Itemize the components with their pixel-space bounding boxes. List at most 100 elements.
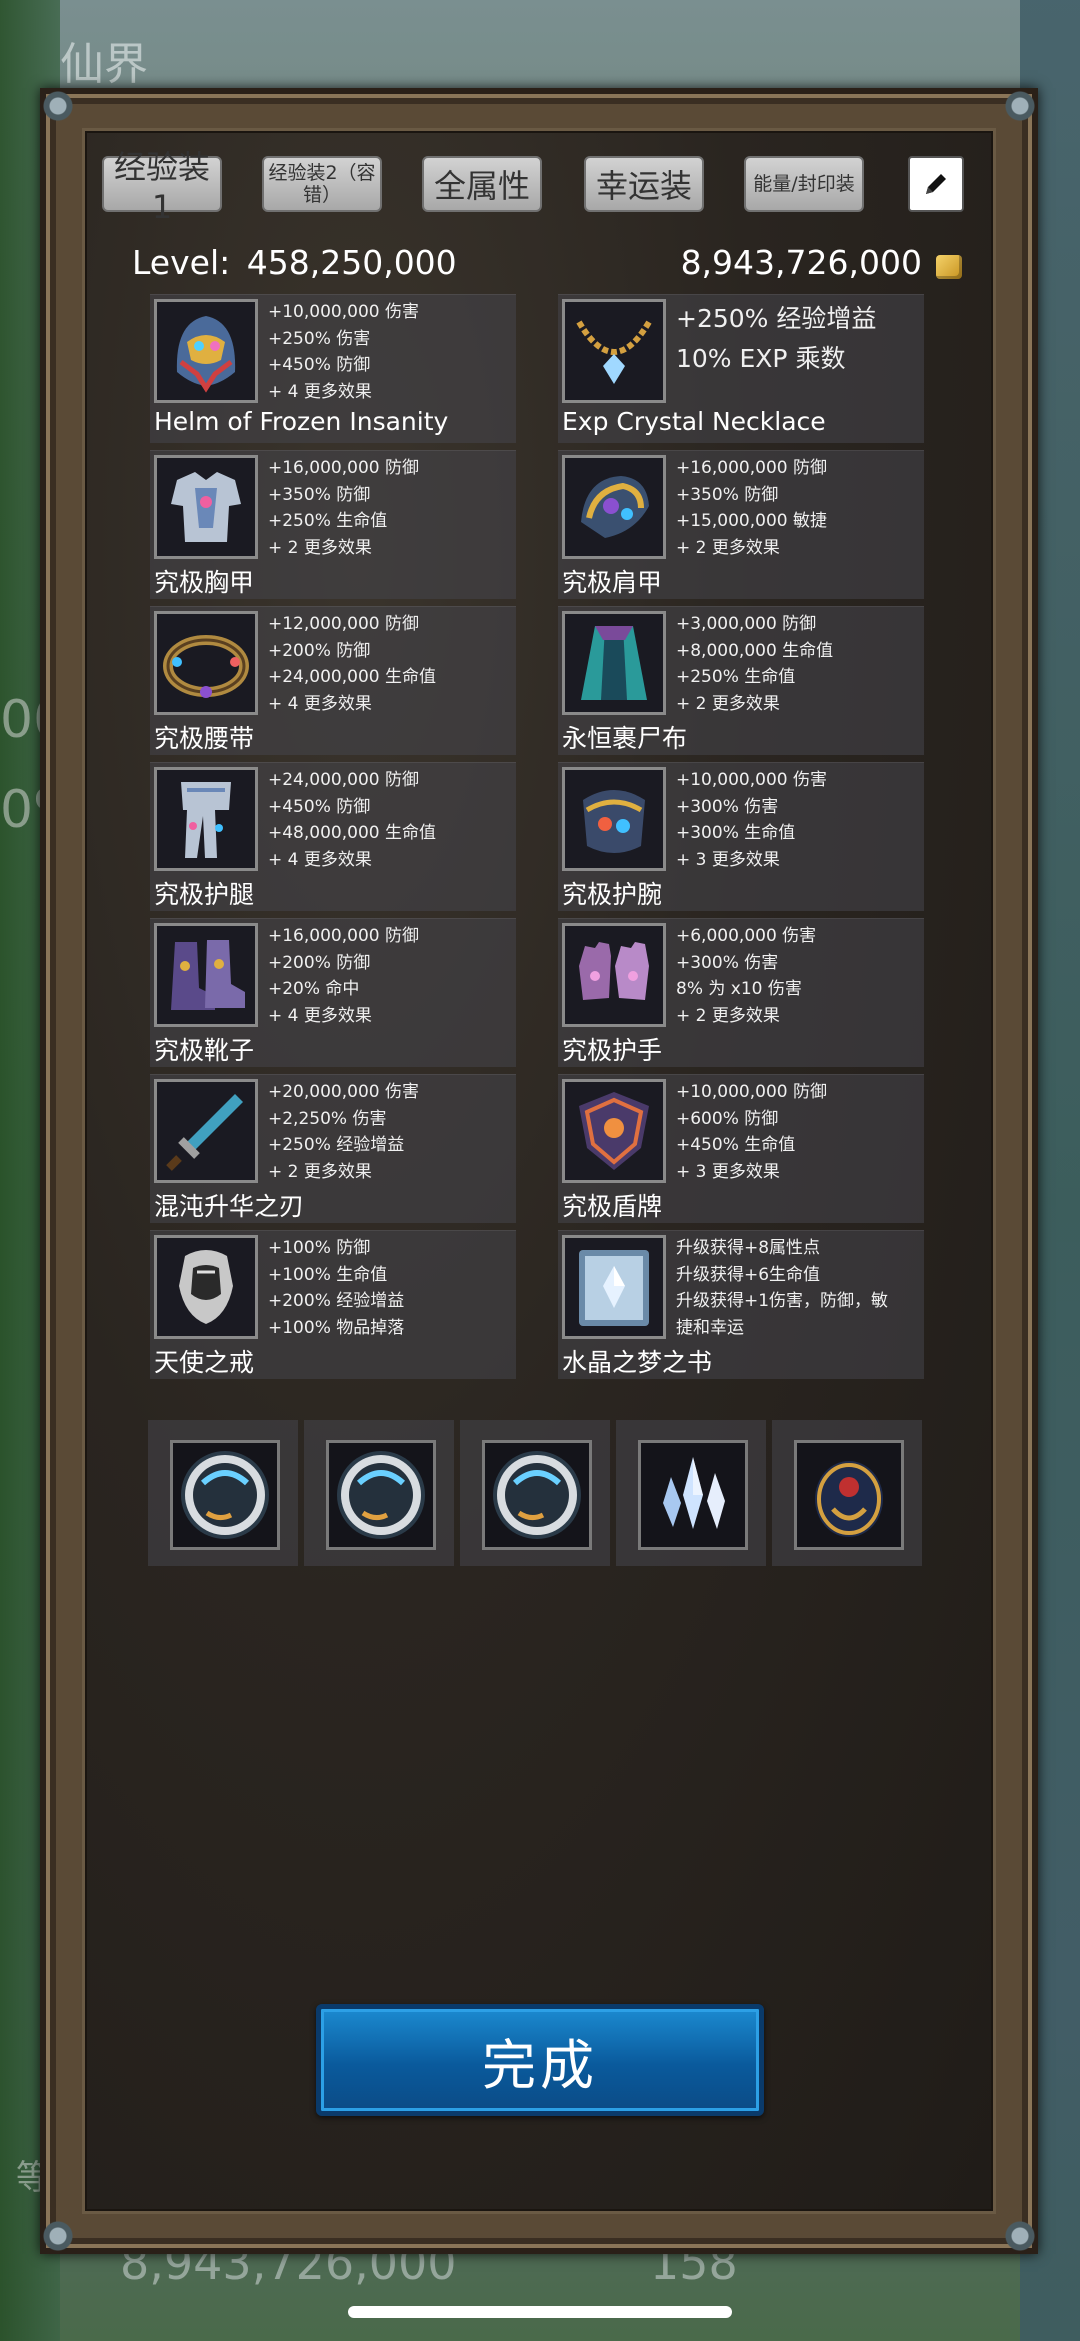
item-stat-line: +350% 防御: [676, 484, 779, 505]
orb-slot[interactable]: [148, 1420, 298, 1566]
tab-all-attributes[interactable]: 全属性: [422, 156, 542, 212]
item-stat-line: +20,000,000 伤害: [268, 1082, 419, 1102]
item-stat-line: 升级获得+8属性点: [676, 1238, 821, 1258]
item-stat-line: +16,000,000 防御: [676, 458, 827, 478]
item-stats: +24,000,000 防御 +450% 防御 +48,000,000 生命值 + 4…: [268, 767, 514, 873]
item-stat-line: +600% 防御: [676, 1108, 779, 1129]
orb-slots-row: [148, 1420, 924, 1566]
item-stat-line: 升级获得+1伤害，防御，敏: [676, 1291, 889, 1311]
item-name: 究极肩甲: [562, 568, 663, 597]
bracer-icon: [562, 767, 666, 871]
equipment-slot[interactable]: +6,000,000 伤害 +300% 伤害 8% 为 x10 伤害 + 2 更多效果…: [558, 918, 924, 1067]
tab-label: 经验装1: [113, 148, 210, 226]
equipment-slot[interactable]: +3,000,000 防御 +8,000,000 生命值 +250% 生命值 + 2 …: [558, 606, 924, 755]
item-stat-line: + 3 更多效果: [676, 1161, 780, 1182]
item-name: Helm of Frozen Insanity: [154, 407, 449, 436]
orb-slot[interactable]: [460, 1420, 610, 1566]
tab-label: 幸运装: [595, 167, 692, 205]
frame-corner-ornament: [998, 84, 1042, 128]
home-indicator[interactable]: [348, 2306, 732, 2318]
equipment-slot[interactable]: +10,000,000 伤害 +250% 伤害 +450% 防御 + 4 更多效果 He…: [150, 294, 516, 443]
background-area-title: 仙界: [60, 39, 148, 90]
item-name: 究极靴子: [154, 1036, 255, 1065]
item-stat-line: +350% 防御: [268, 484, 371, 505]
item-stats: +12,000,000 防御 +200% 防御 +24,000,000 生命值 + 4…: [268, 611, 514, 717]
level-display: Level: 458,250,000: [132, 243, 457, 282]
item-stat-line: +24,000,000 生命值: [268, 667, 436, 687]
item-stat-line: +10,000,000 伤害: [268, 302, 419, 322]
equipment-slot[interactable]: +16,000,000 防御 +350% 防御 +250% 生命值 + 2 更多效果究…: [150, 450, 516, 599]
item-stats: +100% 防御 +100% 生命值 +200% 经验增益 +100% 物品掉落: [268, 1235, 514, 1341]
item-stat-line: 10% EXP 乘数: [676, 344, 846, 373]
item-stat-line: +200% 经验增益: [268, 1291, 405, 1311]
equipment-slot[interactable]: +10,000,000 防御 +600% 防御 +450% 生命值 + 3 更多效果究…: [558, 1074, 924, 1223]
item-stat-line: + 3 更多效果: [676, 849, 780, 870]
item-stat-line: + 4 更多效果: [268, 1005, 372, 1026]
equipment-slot[interactable]: +12,000,000 防御 +200% 防御 +24,000,000 生命值 + 4…: [150, 606, 516, 755]
item-stats: +250% 经验增益 10% EXP 乘数: [676, 299, 922, 379]
equipment-slot[interactable]: +24,000,000 防御 +450% 防御 +48,000,000 生命值 + 4…: [150, 762, 516, 911]
item-stats: +10,000,000 伤害 +250% 伤害 +450% 防御 + 4 更多效果: [268, 299, 514, 405]
gloves-icon: [562, 923, 666, 1027]
frame-corner-ornament: [998, 2214, 1042, 2258]
item-stat-line: +250% 生命值: [676, 667, 796, 687]
item-stat-line: +8,000,000 生命值: [676, 640, 834, 661]
item-name: 究极护腿: [154, 880, 255, 909]
done-button[interactable]: 完成: [316, 2004, 764, 2116]
item-name: 究极腰带: [154, 724, 255, 753]
edit-button[interactable]: [908, 156, 964, 212]
item-name: 究极胸甲: [154, 568, 255, 597]
item-stat-line: +3,000,000 防御: [676, 614, 817, 634]
tab-label: 能量/封印装: [753, 173, 855, 195]
item-stat-line: +15,000,000 敏捷: [676, 511, 827, 531]
item-stat-line: + 2 更多效果: [268, 1161, 372, 1182]
equipment-slot[interactable]: +250% 经验增益 10% EXP 乘数 Exp Crystal Necklace: [558, 294, 924, 443]
equipment-slot[interactable]: +16,000,000 防御 +350% 防御 +15,000,000 敏捷 + 2 …: [558, 450, 924, 599]
tab-exp-set-2[interactable]: 经验装2（容错）: [262, 156, 382, 212]
item-stat-line: +300% 伤害: [676, 796, 779, 817]
orb-slot[interactable]: [304, 1420, 454, 1566]
item-stats: +3,000,000 防御 +8,000,000 生命值 +250% 生命值 + 2 …: [676, 611, 922, 717]
item-stats: +10,000,000 防御 +600% 防御 +450% 生命值 + 3 更多效果: [676, 1079, 922, 1185]
item-stat-line: + 4 更多效果: [268, 693, 372, 714]
item-stat-line: + 2 更多效果: [676, 693, 780, 714]
tab-label: 全属性: [433, 167, 530, 205]
equipment-slot[interactable]: +100% 防御 +100% 生命值 +200% 经验增益 +100% 物品掉落 天使之…: [150, 1230, 516, 1379]
frame-corner-ornament: [36, 2214, 80, 2258]
done-button-label: 完成: [482, 2033, 598, 2097]
chest-armor-icon: [154, 455, 258, 559]
item-stat-line: +250% 经验增益: [676, 304, 877, 333]
equipment-slot[interactable]: +20,000,000 伤害 +2,250% 伤害 +250% 经验增益 + 2 更多…: [150, 1074, 516, 1223]
loadout-tabs: 经验装1 经验装2（容错） 全属性 幸运装 能量/封印装: [102, 148, 1012, 226]
orb-slot[interactable]: [772, 1420, 922, 1566]
equipment-slot[interactable]: +16,000,000 防御 +200% 防御 +20% 命中 + 4 更多效果 究极靴…: [150, 918, 516, 1067]
item-stats: 升级获得+8属性点 升级获得+6生命值 升级获得+1伤害，防御，敏 捷和幸运: [676, 1235, 922, 1341]
shoulder-armor-icon: [562, 455, 666, 559]
item-stat-line: +12,000,000 防御: [268, 614, 419, 634]
equipment-slot[interactable]: +10,000,000 伤害 +300% 伤害 +300% 生命值 + 3 更多效果究…: [558, 762, 924, 911]
item-name: 混沌升华之刃: [154, 1192, 305, 1221]
tab-luck-set[interactable]: 幸运装: [584, 156, 704, 212]
equipment-slot[interactable]: 升级获得+8属性点 升级获得+6生命值 升级获得+1伤害，防御，敏 捷和幸运 水晶之梦之…: [558, 1230, 924, 1379]
item-stat-line: +450% 生命值: [676, 1135, 796, 1155]
orb-icon: [482, 1440, 592, 1550]
item-stats: +16,000,000 防御 +350% 防御 +15,000,000 敏捷 + 2 …: [676, 455, 922, 561]
item-name: 究极护腕: [562, 880, 663, 909]
cloak-icon: [562, 611, 666, 715]
tab-energy-seal-set[interactable]: 能量/封印装: [744, 156, 864, 212]
item-stat-line: +48,000,000 生命值: [268, 823, 436, 843]
orb-icon: [326, 1440, 436, 1550]
tab-exp-set-1[interactable]: 经验装1: [102, 148, 222, 226]
item-stat-line: +100% 防御: [268, 1238, 371, 1258]
shield-icon: [562, 1079, 666, 1183]
dagger-icon: [154, 1079, 258, 1183]
item-stat-line: +6,000,000 伤害: [676, 926, 817, 946]
frame-corner-ornament: [36, 84, 80, 128]
item-stat-line: + 4 更多效果: [268, 381, 372, 402]
item-name: 究极盾牌: [562, 1192, 663, 1221]
orb-slot[interactable]: [616, 1420, 766, 1566]
item-stat-line: +20% 命中: [268, 979, 360, 999]
crystal-cluster-icon: [638, 1440, 748, 1550]
leg-armor-icon: [154, 767, 258, 871]
item-name: 永恒裹尸布: [562, 724, 688, 753]
